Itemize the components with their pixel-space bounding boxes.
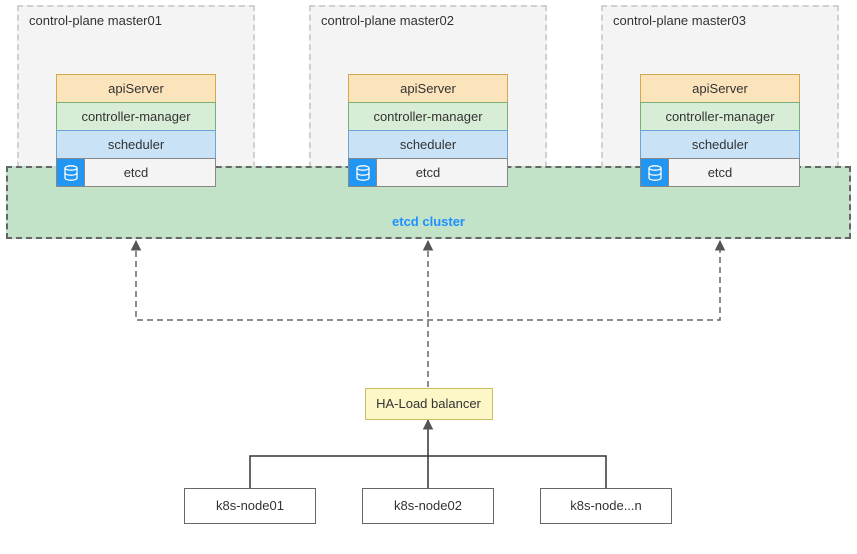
- etcd-label: etcd: [416, 165, 441, 180]
- component-stack-master02: apiServer controller-manager scheduler e…: [348, 75, 508, 187]
- controller-manager-box: controller-manager: [640, 102, 800, 131]
- etcd-cluster-label: etcd cluster: [392, 214, 465, 229]
- etcd-label: etcd: [708, 165, 733, 180]
- apiserver-box: apiServer: [640, 74, 800, 103]
- etcd-label: etcd: [124, 165, 149, 180]
- apiserver-box: apiServer: [348, 74, 508, 103]
- k8s-ha-diagram: etcd cluster control-plane master01 cont…: [0, 0, 857, 554]
- database-icon: [349, 159, 377, 186]
- component-stack-master01: apiServer controller-manager scheduler e…: [56, 75, 216, 187]
- scheduler-box: scheduler: [56, 130, 216, 159]
- database-icon: [57, 159, 85, 186]
- worker-node-n: k8s-node...n: [540, 488, 672, 524]
- controller-manager-box: controller-manager: [348, 102, 508, 131]
- worker-node-1: k8s-node01: [184, 488, 316, 524]
- database-icon: [641, 159, 669, 186]
- etcd-box: etcd: [348, 158, 508, 187]
- etcd-box: etcd: [56, 158, 216, 187]
- load-balancer-box: HA-Load balancer: [365, 388, 493, 420]
- apiserver-box: apiServer: [56, 74, 216, 103]
- control-plane-title: control-plane master03: [603, 13, 837, 28]
- component-stack-master03: apiServer controller-manager scheduler e…: [640, 75, 800, 187]
- scheduler-box: scheduler: [348, 130, 508, 159]
- control-plane-title: control-plane master02: [311, 13, 545, 28]
- worker-node-2: k8s-node02: [362, 488, 494, 524]
- controller-manager-box: controller-manager: [56, 102, 216, 131]
- etcd-box: etcd: [640, 158, 800, 187]
- scheduler-box: scheduler: [640, 130, 800, 159]
- control-plane-title: control-plane master01: [19, 13, 253, 28]
